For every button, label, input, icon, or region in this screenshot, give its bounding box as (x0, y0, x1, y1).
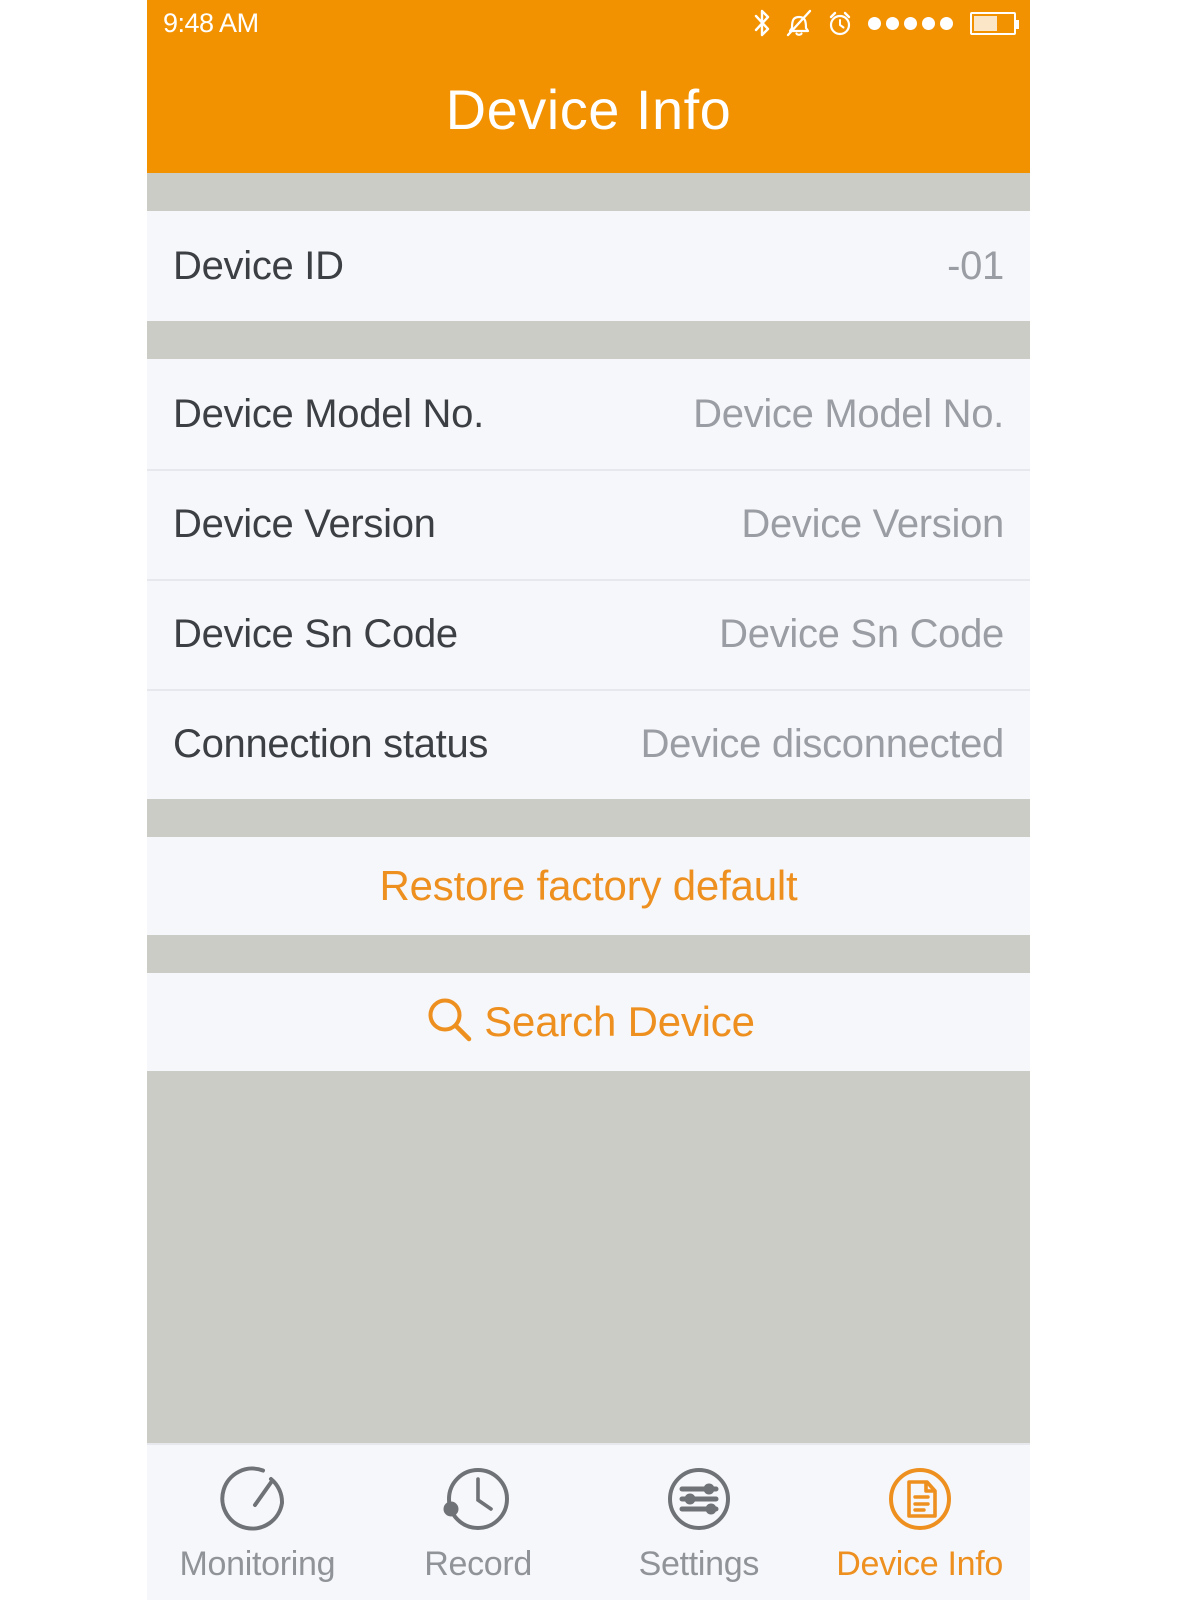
tab-bar: Monitoring Record Settings Device Info (147, 1443, 1030, 1600)
restore-factory-default-group: Restore factory default (147, 837, 1030, 935)
battery-icon (970, 11, 1019, 35)
row-device-id[interactable]: Device ID -01 (147, 211, 1030, 321)
row-label: Device Model No. (173, 391, 484, 436)
section-gap-2 (147, 321, 1030, 359)
gauge-icon (215, 1457, 299, 1541)
tab-record[interactable]: Record (368, 1445, 589, 1600)
row-value: Device Version (741, 501, 1004, 546)
search-device-group: Search Device (147, 973, 1030, 1071)
tab-monitoring[interactable]: Monitoring (147, 1445, 368, 1600)
tab-label: Settings (638, 1545, 760, 1583)
signal-dots (868, 16, 953, 30)
row-value: Device disconnected (640, 721, 1005, 766)
status-bar: 9:48 AM (147, 0, 1030, 46)
page-title: Device Info (445, 78, 732, 141)
magnifier-icon (422, 993, 476, 1052)
info-group-1: Device ID -01 (147, 211, 1030, 321)
document-icon (878, 1457, 962, 1541)
row-connection-status[interactable]: Connection status Device disconnected (147, 689, 1030, 799)
status-time: 9:48 AM (163, 7, 259, 38)
restore-factory-default-button[interactable]: Restore factory default (147, 837, 1030, 935)
status-icon-group (751, 8, 1019, 38)
tab-settings[interactable]: Settings (589, 1445, 810, 1600)
row-device-version[interactable]: Device Version Device Version (147, 469, 1030, 579)
row-value: Device Sn Code (719, 611, 1004, 656)
bell-muted-icon (784, 8, 814, 38)
empty-content-area (147, 1071, 1030, 1443)
bluetooth-icon (751, 8, 773, 38)
tab-device-info[interactable]: Device Info (809, 1445, 1030, 1600)
search-device-label: Search Device (484, 998, 755, 1045)
row-value: -01 (947, 243, 1004, 288)
row-label: Device Sn Code (173, 611, 458, 656)
tab-label: Record (424, 1545, 533, 1583)
phone-screen: 9:48 AM Device Info Device ID -01 Device… (147, 0, 1030, 1600)
alarm-clock-icon (825, 8, 855, 38)
restore-factory-default-label: Restore factory default (379, 862, 798, 909)
row-device-sn-code[interactable]: Device Sn Code Device Sn Code (147, 579, 1030, 689)
tab-label: Monitoring (179, 1545, 336, 1583)
section-gap-1 (147, 173, 1030, 211)
sliders-icon (657, 1457, 741, 1541)
row-label: Connection status (173, 721, 489, 766)
row-label: Device ID (173, 243, 344, 288)
search-device-button[interactable]: Search Device (147, 973, 1030, 1071)
nav-bar: Device Info (147, 46, 1030, 173)
row-device-model-no[interactable]: Device Model No. Device Model No. (147, 359, 1030, 469)
info-group-2: Device Model No. Device Model No. Device… (147, 359, 1030, 799)
section-gap-4 (147, 935, 1030, 973)
section-gap-3 (147, 799, 1030, 837)
row-value: Device Model No. (693, 391, 1004, 436)
clock-icon (436, 1457, 520, 1541)
tab-label: Device Info (836, 1545, 1004, 1583)
row-label: Device Version (173, 501, 436, 546)
